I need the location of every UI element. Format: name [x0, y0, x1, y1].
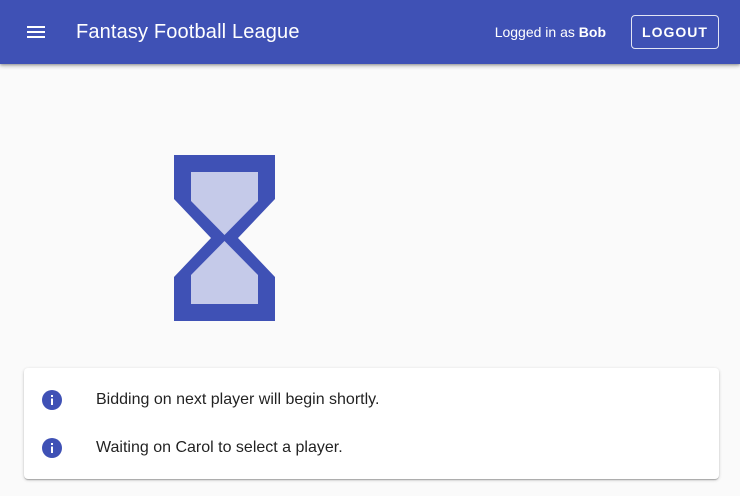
menu-button[interactable] [16, 12, 56, 52]
info-icon [42, 390, 62, 410]
list-item: Waiting on Carol to select a player. [24, 424, 719, 472]
app-bar: Fantasy Football League Logged in as Bob… [0, 0, 740, 64]
menu-icon [27, 26, 45, 38]
info-icon [42, 438, 62, 458]
info-message: Bidding on next player will begin shortl… [96, 391, 380, 408]
logout-button[interactable]: LOGOUT [631, 15, 719, 49]
logged-in-prefix: Logged in as [494, 24, 575, 40]
list-item: Bidding on next player will begin shortl… [24, 376, 719, 424]
logged-in-status: Logged in as Bob [495, 24, 606, 40]
username: Bob [578, 24, 606, 40]
info-message: Waiting on Carol to select a player. [96, 439, 343, 456]
app-title: Fantasy Football League [76, 21, 300, 43]
hourglass-icon [174, 155, 275, 321]
info-card: Bidding on next player will begin shortl… [24, 368, 719, 479]
